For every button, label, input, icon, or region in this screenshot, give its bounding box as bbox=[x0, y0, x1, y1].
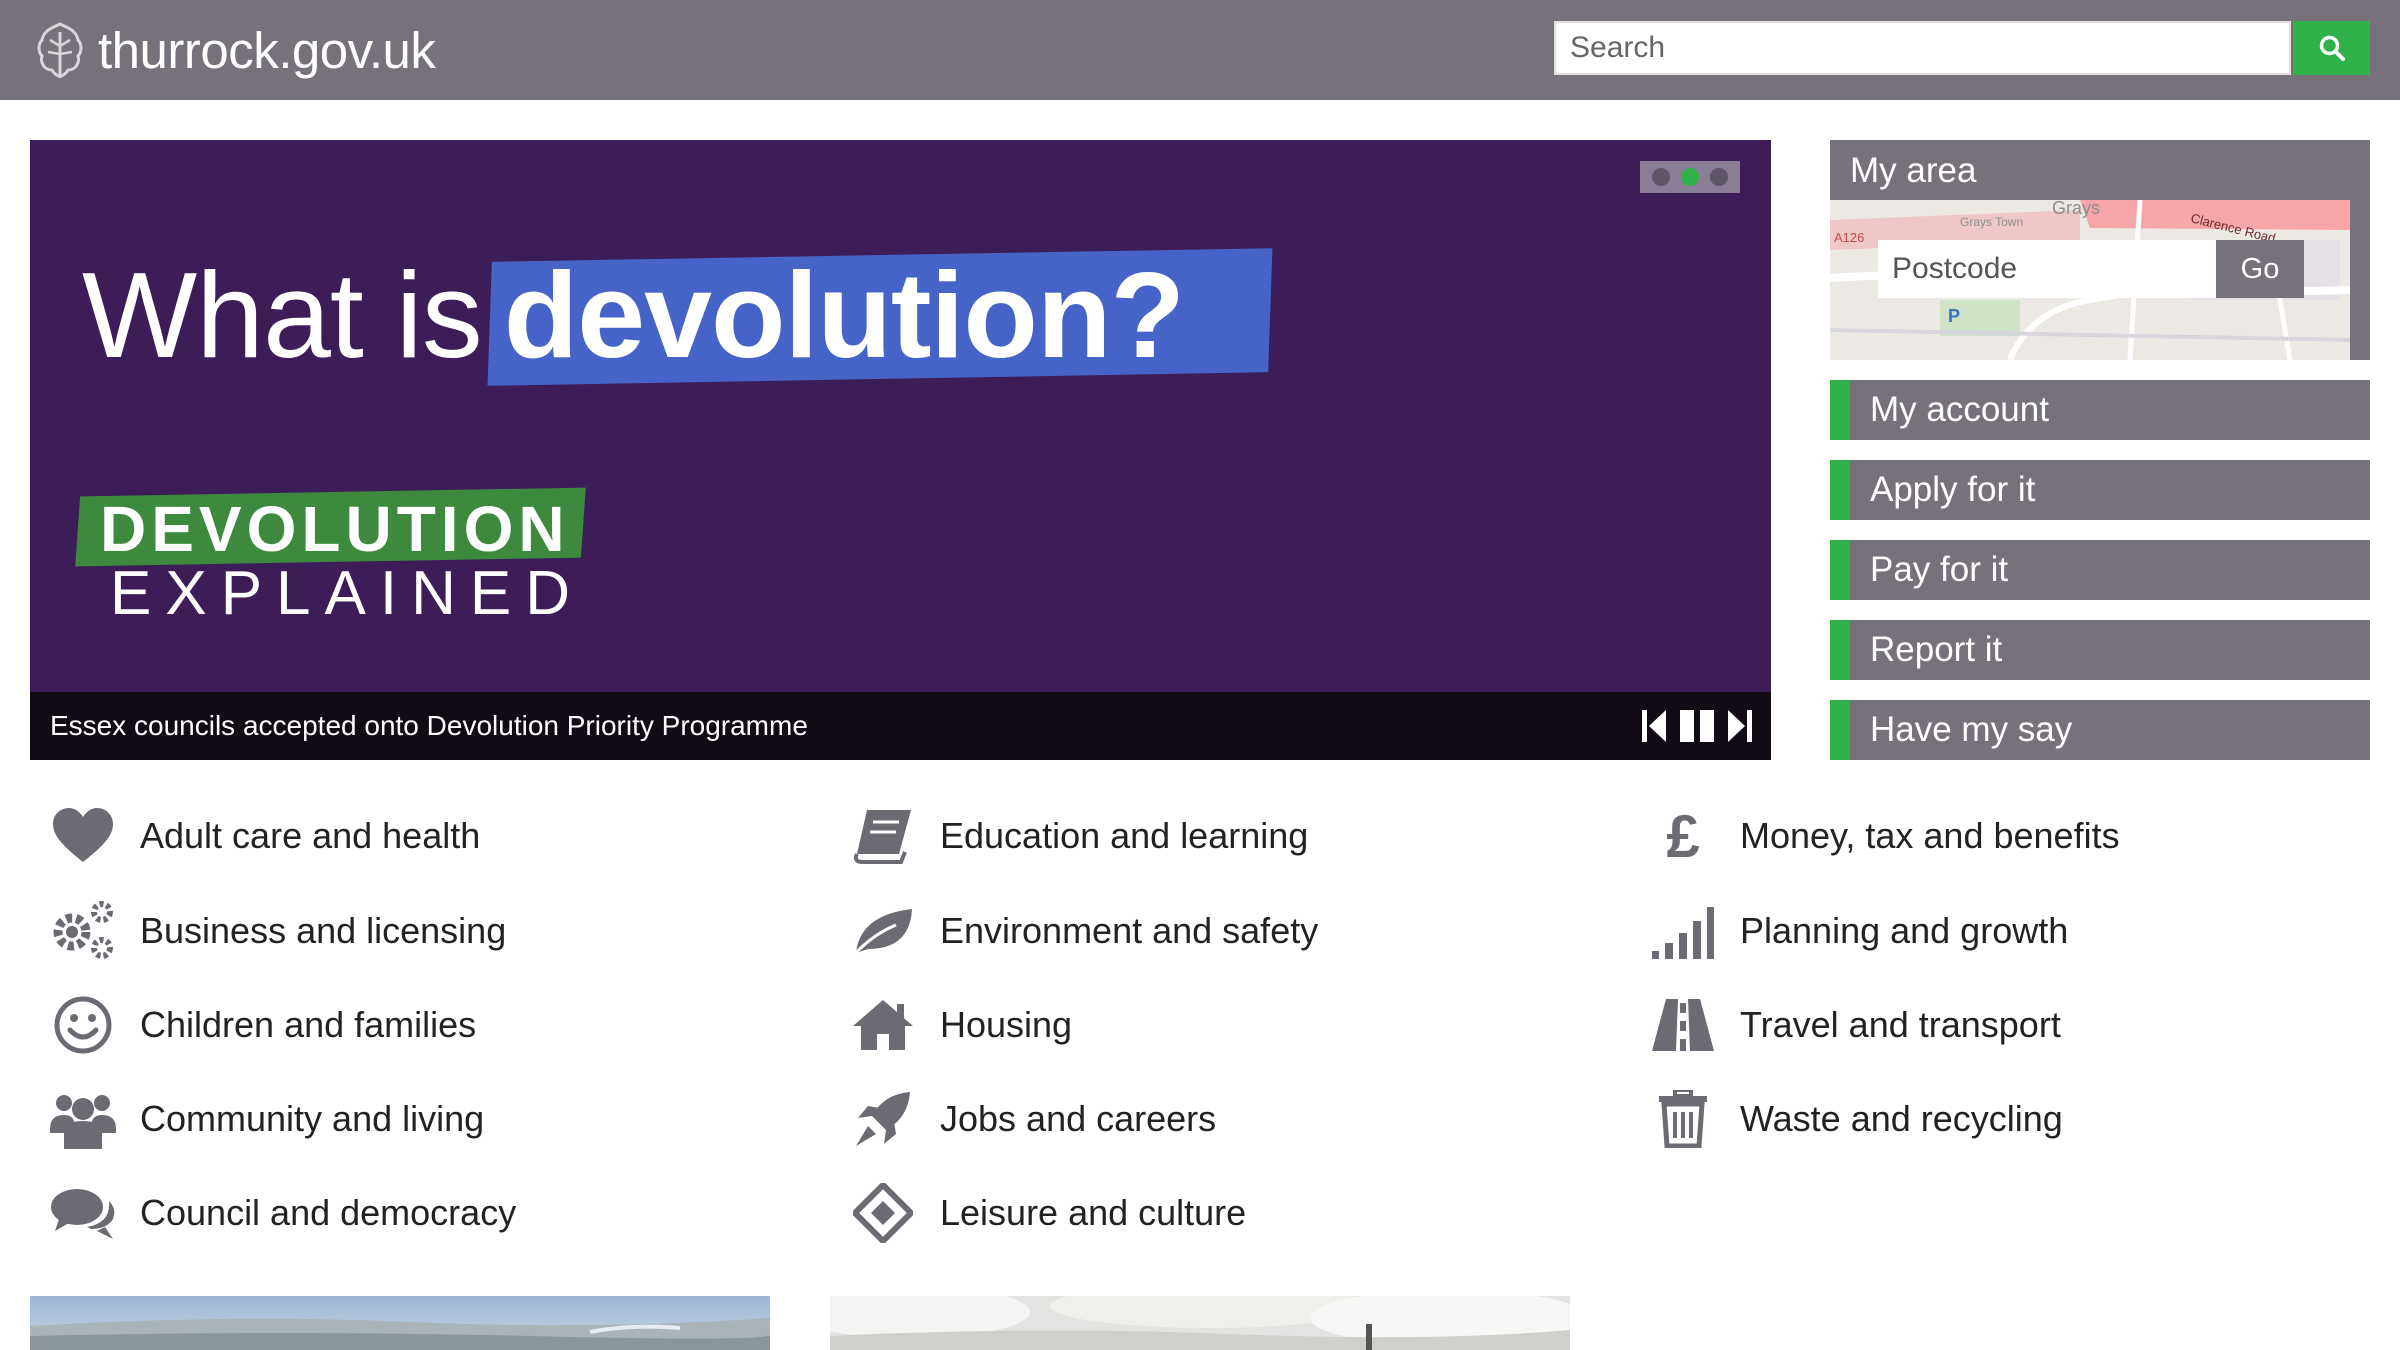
service-business[interactable]: Business and licensing bbox=[48, 896, 506, 966]
service-jobs[interactable]: Jobs and careers bbox=[848, 1084, 1216, 1154]
service-leisure[interactable]: Leisure and culture bbox=[848, 1178, 1246, 1248]
service-label: Housing bbox=[940, 1004, 1073, 1045]
quick-link-report-it[interactable]: Report it bbox=[1830, 620, 2370, 680]
site-header: thurrock.gov.uk bbox=[0, 0, 2400, 100]
smiley-icon bbox=[48, 990, 118, 1060]
service-label: Environment and safety bbox=[940, 910, 1319, 951]
carousel-dots bbox=[1640, 161, 1740, 193]
postcode-go-button[interactable]: Go bbox=[2216, 240, 2304, 298]
people-icon bbox=[48, 1084, 118, 1154]
slide-dot-1[interactable] bbox=[1652, 168, 1670, 186]
service-label: Education and learning bbox=[940, 815, 1309, 856]
map-label-grays: Grays bbox=[2052, 200, 2100, 218]
service-community[interactable]: Community and living bbox=[48, 1084, 484, 1154]
search-button[interactable] bbox=[2293, 21, 2370, 75]
slide-dot-3[interactable] bbox=[1710, 168, 1728, 186]
quick-link-label: Report it bbox=[1870, 630, 2003, 669]
service-council[interactable]: Council and democracy bbox=[48, 1178, 516, 1248]
devolution-badge: DEVOLUTION bbox=[75, 487, 586, 567]
service-money[interactable]: £ Money, tax and benefits bbox=[1648, 801, 2120, 871]
site-name: thurrock.gov.uk bbox=[98, 21, 436, 79]
leaf-icon bbox=[848, 896, 918, 966]
search-icon bbox=[2319, 35, 2345, 61]
postcode-input[interactable] bbox=[1878, 240, 2216, 298]
service-environment[interactable]: Environment and safety bbox=[848, 896, 1318, 966]
my-area-panel: My area Grays Grays Town A126 Clarence R… bbox=[1830, 140, 2370, 360]
promo-image-aerial[interactable] bbox=[30, 1296, 770, 1350]
service-label: Jobs and careers bbox=[940, 1098, 1217, 1139]
quick-link-have-my-say[interactable]: Have my say bbox=[1830, 700, 2370, 760]
bar-chart-icon bbox=[1648, 896, 1718, 966]
hero-headline-pre: What is bbox=[82, 247, 483, 383]
quick-link-label: Apply for it bbox=[1870, 470, 2036, 509]
quick-link-accent bbox=[1830, 700, 1850, 760]
service-travel[interactable]: Travel and transport bbox=[1648, 990, 2061, 1060]
quick-link-accent bbox=[1830, 620, 1850, 680]
hero-highlight: devolution? bbox=[487, 245, 1273, 386]
pound-icon: £ bbox=[1666, 802, 1700, 870]
service-label: Business and licensing bbox=[140, 910, 507, 951]
hero-carousel[interactable]: What is devolution? DEVOLUTION EXPLAINED… bbox=[30, 140, 1771, 760]
quick-link-my-account[interactable]: My account bbox=[1830, 380, 2370, 440]
service-children[interactable]: Children and families bbox=[48, 990, 476, 1060]
slide-dot-2[interactable] bbox=[1681, 168, 1699, 186]
carousel-caption-bar: Essex councils accepted onto Devolution … bbox=[30, 692, 1771, 760]
service-label: Money, tax and benefits bbox=[1740, 815, 2120, 856]
bin-icon bbox=[1648, 1084, 1718, 1154]
map-label-a126: A126 bbox=[1834, 230, 1864, 245]
speech-bubbles-icon bbox=[48, 1178, 118, 1248]
map-label-parking: P bbox=[1948, 306, 1960, 326]
road-icon bbox=[1648, 990, 1718, 1060]
quick-link-pay-for-it[interactable]: Pay for it bbox=[1830, 540, 2370, 600]
service-housing[interactable]: Housing bbox=[848, 990, 1072, 1060]
carousel-caption[interactable]: Essex councils accepted onto Devolution … bbox=[50, 692, 808, 760]
quick-link-accent bbox=[1830, 540, 1850, 600]
my-area-title: My area bbox=[1850, 151, 1977, 190]
ticket-icon bbox=[848, 1178, 918, 1248]
previous-icon[interactable] bbox=[1642, 708, 1668, 744]
service-label: Community and living bbox=[140, 1098, 485, 1139]
hero-headline: What is devolution? bbox=[82, 240, 1273, 390]
badge-text: DEVOLUTION bbox=[100, 493, 570, 565]
quick-link-label: Pay for it bbox=[1870, 550, 2009, 589]
sky-photo bbox=[830, 1296, 1570, 1350]
gears-icon bbox=[48, 896, 118, 966]
site-logo[interactable]: thurrock.gov.uk bbox=[34, 20, 436, 80]
promo-image-sky[interactable] bbox=[830, 1296, 1570, 1350]
service-adult-care[interactable]: Adult care and health bbox=[48, 801, 480, 871]
service-label: Planning and growth bbox=[1740, 910, 2069, 951]
aerial-photo bbox=[30, 1296, 770, 1350]
service-label: Adult care and health bbox=[140, 815, 481, 856]
quick-link-accent bbox=[1830, 380, 1850, 440]
service-label: Waste and recycling bbox=[1740, 1098, 2063, 1139]
rocket-icon bbox=[848, 1084, 918, 1154]
book-icon bbox=[848, 801, 918, 871]
map-label-grays-town: Grays Town bbox=[1960, 215, 2023, 229]
search-input[interactable] bbox=[1554, 21, 2291, 75]
service-label: Leisure and culture bbox=[940, 1192, 1247, 1233]
pause-icon[interactable] bbox=[1680, 708, 1716, 744]
heart-icon bbox=[48, 801, 118, 871]
quick-link-label: My account bbox=[1870, 390, 2049, 429]
service-label: Children and families bbox=[140, 1004, 477, 1045]
quick-link-apply-for-it[interactable]: Apply for it bbox=[1830, 460, 2370, 520]
oak-leaf-icon bbox=[37, 22, 83, 78]
service-planning[interactable]: Planning and growth bbox=[1648, 896, 2068, 966]
quick-link-label: Have my say bbox=[1870, 710, 2073, 749]
hero-headline-highlight: devolution? bbox=[503, 247, 1185, 383]
service-label: Travel and transport bbox=[1740, 1004, 2061, 1045]
house-icon bbox=[848, 990, 918, 1060]
badge-subtitle: EXPLAINED bbox=[110, 559, 585, 628]
next-icon[interactable] bbox=[1726, 708, 1752, 744]
service-waste[interactable]: Waste and recycling bbox=[1648, 1084, 2063, 1154]
quick-link-accent bbox=[1830, 460, 1850, 520]
service-education[interactable]: Education and learning bbox=[848, 801, 1308, 871]
service-label: Council and democracy bbox=[140, 1192, 517, 1233]
